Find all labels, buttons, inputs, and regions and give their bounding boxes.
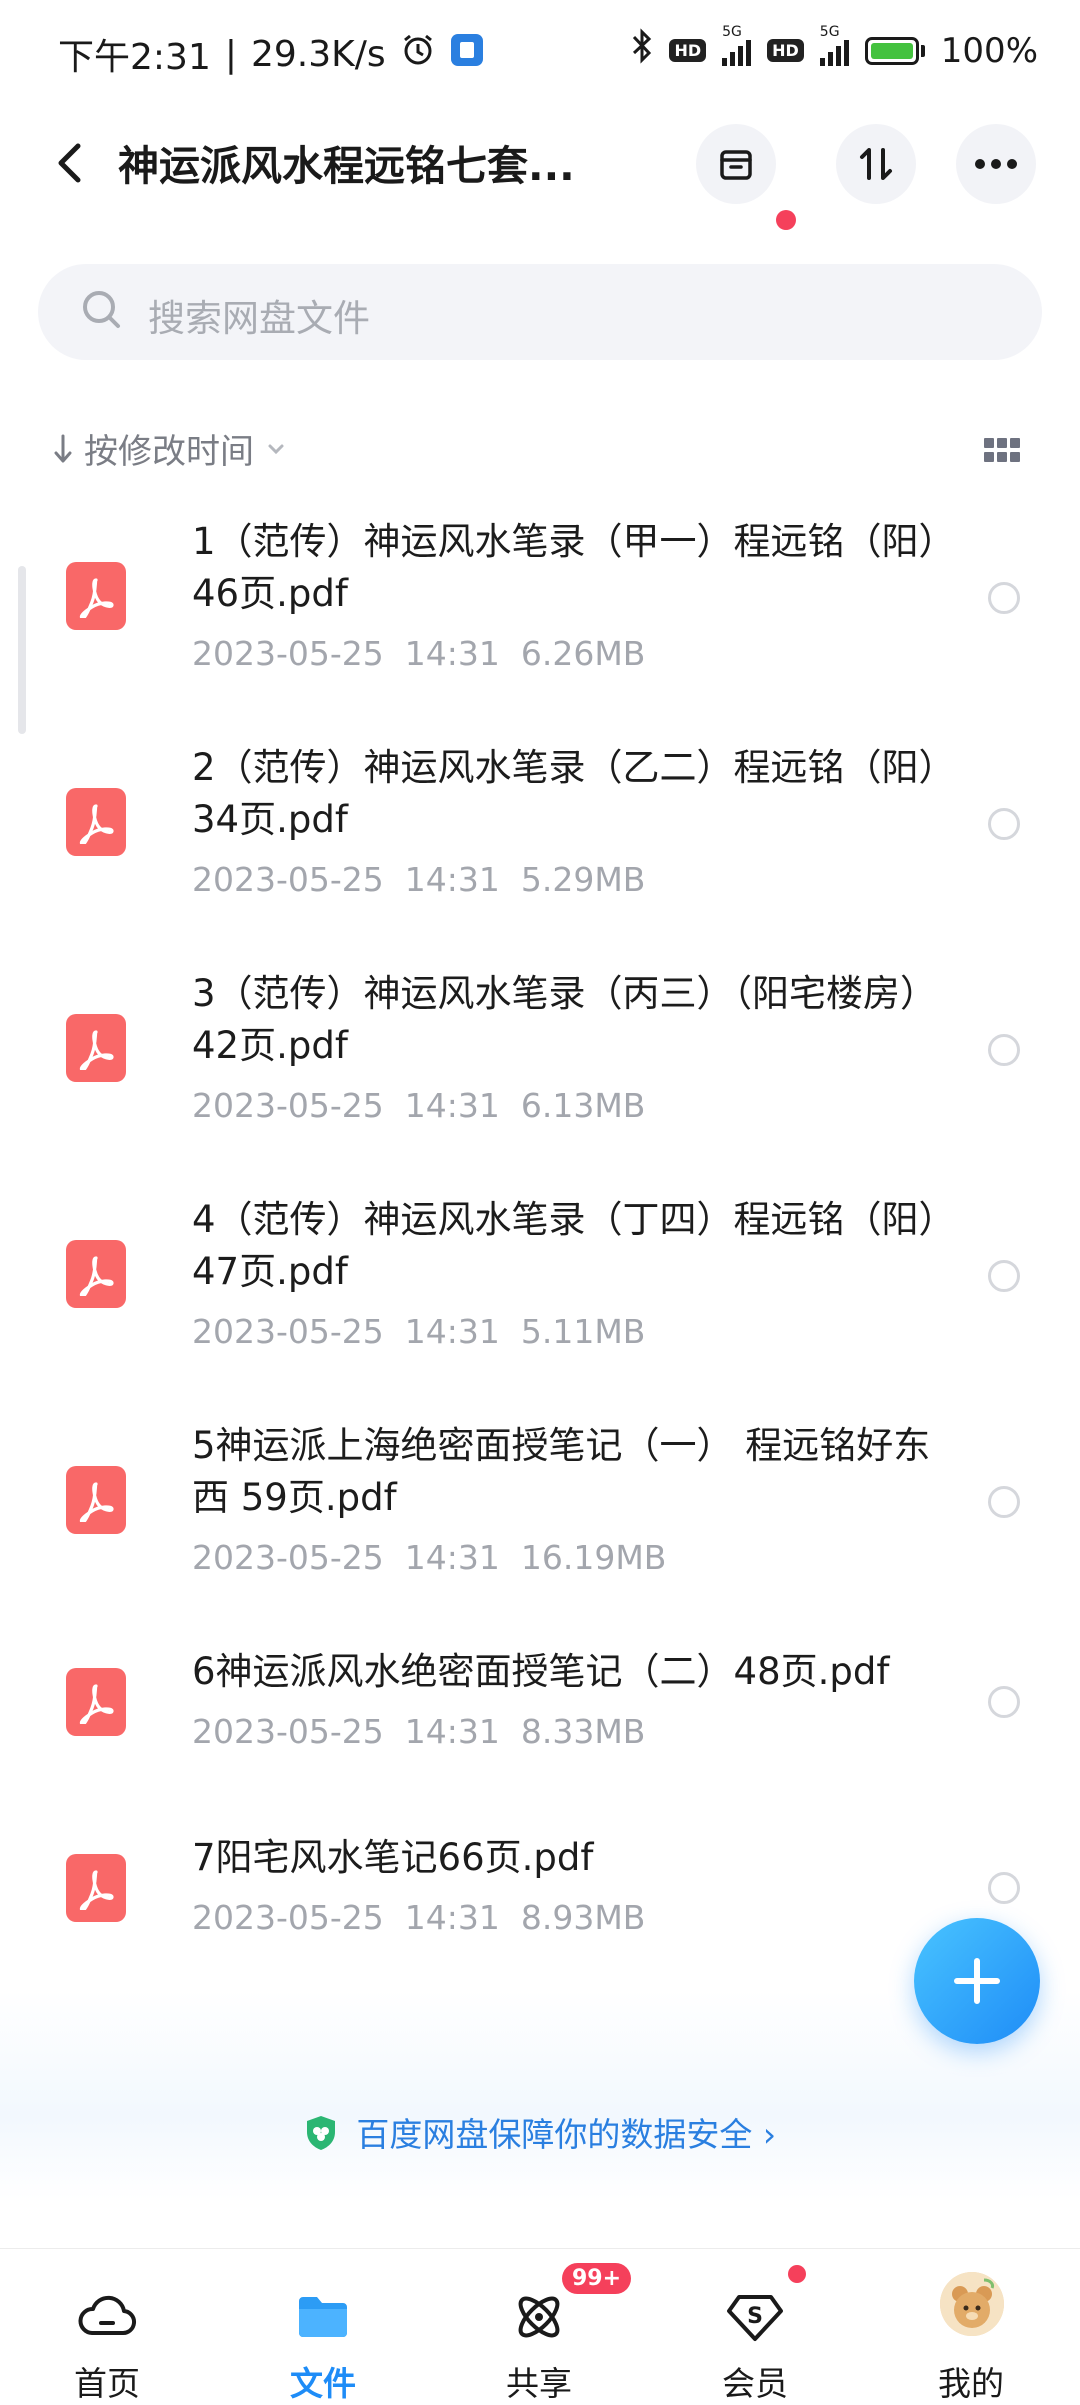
select-radio[interactable] — [988, 1486, 1020, 1518]
file-meta: 2023-05-25 14:31 6.26MB — [192, 634, 646, 673]
transfer-button[interactable] — [836, 124, 916, 204]
file-name: 2（范传）神运风水笔录（乙二）程远铭（阳）34页.pdf — [192, 746, 938, 841]
page-title: 神运派风水程远铭七套... — [118, 142, 575, 190]
tab-home[interactable]: 首页 — [32, 2249, 182, 2403]
pdf-icon — [66, 1466, 126, 1534]
hd-badge: HD — [669, 39, 707, 62]
select-radio[interactable] — [988, 808, 1020, 840]
file-meta: 2023-05-25 14:31 5.29MB — [192, 860, 646, 899]
safety-text: 百度网盘保障你的数据安全 › — [356, 2115, 777, 2154]
file-meta: 2023-05-25 14:31 16.19MB — [192, 1538, 667, 1577]
status-left: 下午2:31 | 29.3K/s — [58, 28, 484, 80]
file-name: 1（范传）神运风水笔录（甲一）程远铭（阳）46页.pdf — [192, 520, 938, 615]
scroll-indicator[interactable] — [18, 566, 26, 734]
search-bar[interactable]: 搜索网盘文件 — [38, 264, 1042, 360]
vip-diamond-icon: S — [727, 2295, 783, 2341]
hd-badge-2: HD — [767, 39, 804, 62]
search-icon — [80, 288, 124, 336]
sort-bar: 按修改时间 — [0, 418, 1080, 478]
file-name: 5神运派上海绝密面授笔记（一） 程远铭好东西 59页.pdf — [192, 1424, 931, 1519]
safety-link[interactable]: 百度网盘保障你的数据安全 › — [0, 2108, 1080, 2160]
file-meta: 2023-05-25 14:31 8.93MB — [192, 1898, 646, 1937]
select-radio[interactable] — [988, 1872, 1020, 1904]
file-name: 3（范传）神运风水笔录（丙三）（阳宅楼房）42页.pdf — [192, 972, 938, 1067]
search-placeholder: 搜索网盘文件 — [148, 297, 370, 340]
signal-icon-2: 5G — [819, 24, 849, 66]
archive-icon — [720, 150, 752, 180]
safety-banner-bg — [0, 1990, 1080, 2200]
share-badge: 99+ — [562, 2263, 632, 2294]
status-bar: 下午2:31 | 29.3K/s HD 5G HD 5G 100% — [0, 0, 1080, 110]
file-meta: 2023-05-25 14:31 8.33MB — [192, 1712, 646, 1751]
tab-member[interactable]: S 会员 — [680, 2249, 830, 2403]
bluetooth-icon — [631, 28, 653, 73]
status-divider: | — [224, 33, 237, 75]
header: 神运派风水程远铭七套... — [0, 110, 1080, 230]
archive-button[interactable] — [696, 124, 776, 204]
pdf-icon — [66, 1854, 126, 1922]
svg-text:S: S — [747, 2304, 763, 2329]
more-button[interactable] — [956, 124, 1036, 204]
signal-icon: 5G — [722, 24, 752, 66]
pdf-icon — [66, 1240, 126, 1308]
battery-icon — [864, 36, 925, 65]
file-meta: 2023-05-25 14:31 6.13MB — [192, 1086, 646, 1125]
pdf-icon — [66, 788, 126, 856]
sort-dropdown[interactable]: 按修改时间 — [52, 424, 288, 473]
file-name: 7阳宅风水笔记66页.pdf — [192, 1836, 594, 1879]
status-speed: 29.3K/s — [250, 33, 386, 75]
chevron-down-icon — [268, 444, 284, 454]
atom-share-icon — [518, 2296, 560, 2338]
file-name: 4（范传）神运风水笔录（丁四）程远铭（阳）47页.pdf — [192, 1198, 938, 1293]
bear-avatar-icon — [940, 2272, 1004, 2336]
pdf-icon — [66, 1668, 126, 1736]
select-radio[interactable] — [988, 1260, 1020, 1292]
back-button[interactable] — [46, 138, 96, 188]
sort-arrow-icon — [54, 434, 72, 462]
app-notification-icon — [450, 33, 484, 76]
bottom-nav: 首页 文件 共享 99+ S 会员 我的 — [0, 2248, 1080, 2403]
folder-icon — [299, 2297, 347, 2337]
status-right: HD 5G HD 5G 100% — [631, 24, 1038, 73]
battery-level: 100% — [940, 30, 1038, 71]
pdf-icon — [66, 1014, 126, 1082]
more-icon — [975, 159, 1017, 169]
select-radio[interactable] — [988, 1686, 1020, 1718]
tab-files[interactable]: 文件 — [248, 2249, 398, 2403]
shield-icon — [304, 2114, 338, 2160]
transfer-icon — [860, 148, 892, 180]
back-arrow-icon — [58, 143, 81, 183]
cloud-home-icon — [78, 2295, 137, 2336]
file-meta: 2023-05-25 14:31 5.11MB — [192, 1312, 646, 1351]
notification-dot — [776, 210, 796, 230]
tab-files-label: 文件 — [290, 2364, 356, 2403]
avatar[interactable] — [940, 2272, 1004, 2336]
pdf-icon — [66, 562, 126, 630]
file-name: 6神运派风水绝密面授笔记（二）48页.pdf — [192, 1650, 890, 1693]
alarm-icon — [400, 32, 436, 77]
status-time: 下午2:31 — [58, 37, 211, 78]
sort-label: 按修改时间 — [84, 432, 254, 472]
plus-icon — [954, 1958, 1000, 2004]
tab-home-label: 首页 — [74, 2364, 140, 2403]
select-radio[interactable] — [988, 582, 1020, 614]
tab-mine-label: 我的 — [938, 2364, 1004, 2403]
member-notification-dot — [788, 2265, 806, 2283]
add-button[interactable] — [914, 1918, 1040, 2044]
grid-view-icon[interactable] — [984, 438, 1020, 462]
tab-member-label: 会员 — [722, 2364, 788, 2403]
select-radio[interactable] — [988, 1034, 1020, 1066]
tab-share-label: 共享 — [506, 2364, 572, 2403]
